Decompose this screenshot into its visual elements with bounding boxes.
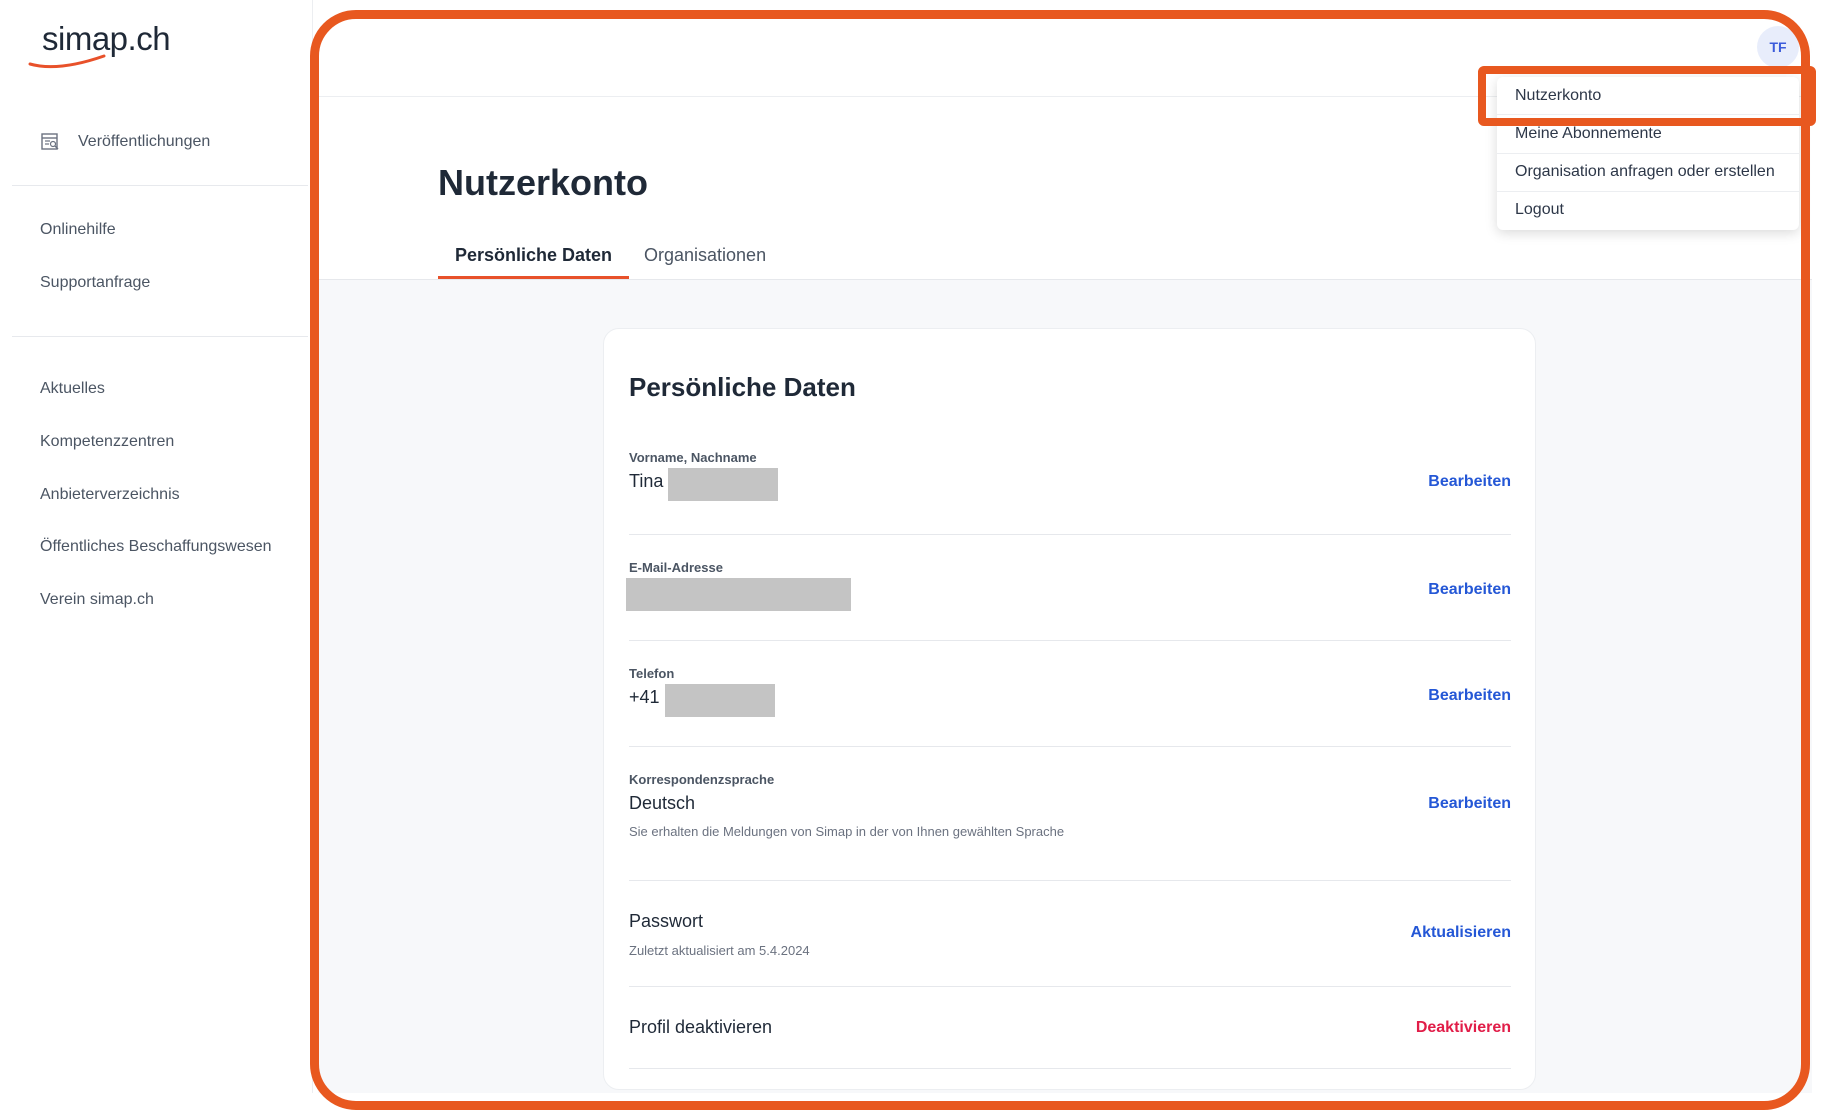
page-title: Nutzerkonto xyxy=(438,162,648,203)
redacted-surname xyxy=(668,468,778,501)
deactivate-row: Profil deaktivieren Deaktivieren xyxy=(629,987,1511,1069)
language-label: Korrespondenzsprache xyxy=(629,772,775,787)
name-row: Vorname, Nachname Tina Bearbeiten xyxy=(629,436,1511,535)
sidebar-item-label: Veröffentlichungen xyxy=(78,133,211,150)
menu-divider xyxy=(1497,153,1799,154)
card-title: Persönliche Daten xyxy=(629,372,856,402)
redacted-email xyxy=(626,578,851,611)
publications-icon xyxy=(41,133,59,150)
sidebar-item-publications[interactable]: Veröffentlichungen xyxy=(40,132,210,152)
edit-email-button[interactable]: Bearbeiten xyxy=(1428,581,1511,599)
sidebar-item-beschaffungswesen[interactable]: Öffentliches Beschaffungswesen xyxy=(40,538,272,556)
edit-language-button[interactable]: Bearbeiten xyxy=(1428,795,1511,813)
name-label: Vorname, Nachname xyxy=(629,450,757,465)
personal-data-card: Persönliche Daten Vorname, Nachname Tina… xyxy=(603,328,1536,1090)
sidebar-item-verein[interactable]: Verein simap.ch xyxy=(40,591,154,609)
password-title: Passwort xyxy=(629,911,704,931)
edit-phone-button[interactable]: Bearbeiten xyxy=(1428,687,1511,705)
language-note: Sie erhalten die Meldungen von Simap in … xyxy=(629,824,1065,839)
sidebar-item-anbieterverzeichnis[interactable]: Anbieterverzeichnis xyxy=(40,486,180,504)
redacted-phone xyxy=(665,684,775,717)
menu-item-organisation[interactable]: Organisation anfragen oder erstellen xyxy=(1515,163,1775,181)
password-note: Zuletzt aktualisiert am 5.4.2024 xyxy=(629,943,810,958)
language-value: Deutsch xyxy=(629,793,696,813)
menu-divider xyxy=(1497,191,1799,192)
email-label: E-Mail-Adresse xyxy=(629,560,723,575)
phone-label: Telefon xyxy=(629,666,675,681)
name-value: Tina xyxy=(629,471,664,491)
edit-name-button[interactable]: Bearbeiten xyxy=(1428,473,1511,491)
sidebar-item-supportanfrage[interactable]: Supportanfrage xyxy=(40,274,150,292)
deactivate-button[interactable]: Deaktivieren xyxy=(1416,1019,1511,1037)
email-row: E-Mail-Adresse Bearbeiten xyxy=(626,535,1511,641)
sidebar-divider xyxy=(12,185,308,186)
tab-organisationen[interactable]: Organisationen xyxy=(627,245,783,279)
menu-item-highlight xyxy=(1478,66,1816,126)
phone-row: Telefon +41 Bearbeiten xyxy=(629,641,1511,747)
deactivate-title: Profil deaktivieren xyxy=(629,1017,773,1037)
sidebar-divider xyxy=(12,336,308,337)
sidebar-item-aktuelles[interactable]: Aktuelles xyxy=(40,380,105,398)
sidebar: simap.ch Veröffentlichungen Onlinehilfe … xyxy=(0,0,313,1093)
menu-item-logout[interactable]: Logout xyxy=(1515,201,1564,219)
user-avatar[interactable]: TF xyxy=(1757,26,1799,68)
sidebar-item-kompetenzzentren[interactable]: Kompetenzzentren xyxy=(40,433,174,451)
logo-swoosh-icon xyxy=(28,54,106,69)
password-row: Passwort Zuletzt aktualisiert am 5.4.202… xyxy=(629,881,1511,987)
phone-value: +41 xyxy=(629,687,660,707)
tab-persoenliche-daten[interactable]: Persönliche Daten xyxy=(438,245,630,279)
menu-item-abonnemente[interactable]: Meine Abonnemente xyxy=(1515,125,1662,143)
language-row: Korrespondenzsprache Deutsch Sie erhalte… xyxy=(629,747,1511,881)
update-password-button[interactable]: Aktualisieren xyxy=(1411,924,1511,942)
sidebar-item-onlinehilfe[interactable]: Onlinehilfe xyxy=(40,221,116,239)
